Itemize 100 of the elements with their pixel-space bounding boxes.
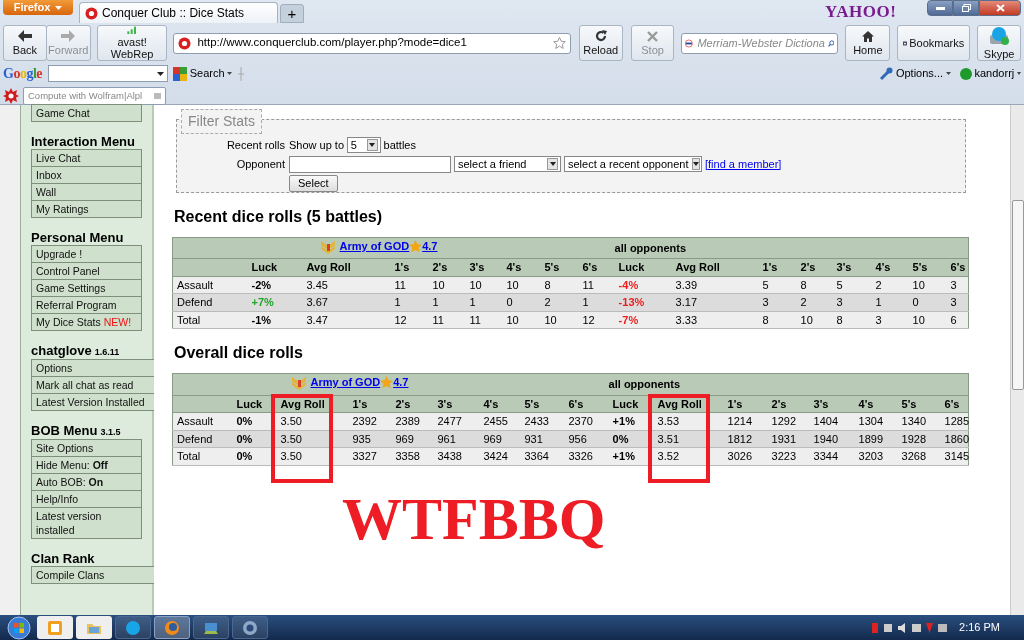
menu-item[interactable]: Game Chat <box>31 104 142 122</box>
menu-item[interactable]: Control Panel <box>31 262 142 280</box>
caret-icon <box>693 162 700 166</box>
taskbar-button[interactable] <box>37 616 73 639</box>
stop-icon <box>647 30 659 42</box>
scrollbar-thumb[interactable] <box>1012 200 1024 390</box>
table-cell: 10 <box>544 313 557 326</box>
search-field[interactable] <box>48 65 168 82</box>
table-cell: 10 <box>912 278 925 291</box>
menu-item[interactable]: Upgrade ! <box>31 245 142 263</box>
menu-item[interactable]: Site Options <box>31 439 142 457</box>
table-cell: 1 <box>394 296 401 309</box>
menu-item[interactable]: Mark all chat as read <box>31 376 156 394</box>
table-cell: -4% <box>618 278 639 291</box>
home-button[interactable]: Home <box>845 25 891 61</box>
taskbar-button[interactable] <box>232 616 268 639</box>
dropdown[interactable]: select a recent opponent <box>564 156 702 172</box>
table-cell: 3.33 <box>675 313 698 326</box>
menu-item[interactable]: My Dice Stats NEW! <box>31 313 142 331</box>
caret-icon <box>1017 72 1021 75</box>
table-cell: 935 <box>352 432 371 445</box>
table-cell: 3.45 <box>306 278 328 291</box>
forward-arrow-icon <box>61 30 76 42</box>
minimize-button[interactable] <box>927 0 953 16</box>
minimize-icon <box>935 6 945 10</box>
column-header: 3's <box>813 397 829 410</box>
table-cell: 2477 <box>437 415 462 427</box>
search-field[interactable]: Merriam-Webster Dictiona <box>681 32 839 54</box>
column-header: 6's <box>950 261 966 274</box>
player-link[interactable]: Army of GOD <box>310 374 381 391</box>
reload-button[interactable]: Reload <box>578 25 623 61</box>
taskbar-button[interactable] <box>193 616 229 639</box>
menu-item[interactable]: Options <box>31 359 156 377</box>
column-header: 2's <box>432 261 448 274</box>
dropdown[interactable]: select a friend <box>454 156 561 172</box>
find-member-link[interactable]: [find a member] <box>705 155 782 173</box>
menu-item[interactable]: Auto BOB: On <box>31 473 142 491</box>
column-header: Avg Roll <box>306 261 351 274</box>
table-cell: 1 <box>875 296 882 309</box>
menu-item[interactable]: Compile Clans <box>31 566 156 584</box>
column-header: 3's <box>437 397 453 410</box>
section-heading: Clan Rank <box>31 551 95 566</box>
table-cell: 8 <box>544 278 551 291</box>
table-cell: 3438 <box>437 450 462 462</box>
dictionary-icon <box>685 36 695 50</box>
address-bar[interactable]: http://www.conquerclub.com/player.php?mode=dice1 <box>173 32 571 54</box>
reload-icon <box>594 30 607 42</box>
menu-item[interactable]: Live Chat <box>31 149 142 167</box>
close-button[interactable] <box>979 0 1021 16</box>
rating-link[interactable]: 4.7 <box>422 238 438 255</box>
bookmarks-button[interactable]: Bookmarks <box>897 25 971 61</box>
table-cell: 1285 <box>944 415 970 427</box>
menu-item[interactable]: Inbox <box>31 166 142 184</box>
table-cell: 3 <box>875 313 882 326</box>
new-tab-button[interactable]: + <box>280 4 304 23</box>
menu-item[interactable]: Help/Info <box>31 490 142 508</box>
menu-item[interactable]: Latest Version Installed <box>31 393 156 411</box>
logo-text: Google <box>3 65 43 83</box>
menu-item[interactable]: My Ratings <box>31 200 142 218</box>
select-button[interactable]: Select <box>289 174 338 192</box>
scrollbar[interactable] <box>1010 105 1024 615</box>
table-cell: 1292 <box>771 415 797 427</box>
table-cell: 0% <box>236 432 253 445</box>
maximize-button[interactable] <box>953 0 979 16</box>
taskbar-button[interactable] <box>115 616 151 639</box>
table-cell: 3.17 <box>675 296 698 309</box>
version-link[interactable]: 3.1.5 <box>100 427 121 437</box>
table-cell: 3.52 <box>657 450 680 462</box>
opponent-input[interactable] <box>289 155 451 173</box>
table-cell: 1812 <box>727 432 753 445</box>
account-button[interactable]: kandorrj <box>959 65 1021 82</box>
player-link[interactable]: Army of GOD <box>339 238 410 255</box>
taskbar-button[interactable] <box>76 616 112 639</box>
browser-tab[interactable]: Conquer Club :: Dice Stats <box>79 2 278 23</box>
options-button[interactable]: Options... <box>879 65 951 82</box>
skype-button[interactable]: Skype <box>977 25 1021 61</box>
menu-item[interactable]: Referral Program <box>31 296 142 314</box>
menu-item[interactable]: Game Settings <box>31 279 142 297</box>
table-cell: 1214 <box>727 415 753 427</box>
wolfram-field[interactable]: Compute with Wolfram|Alpl <box>23 87 166 105</box>
table-cell: 1940 <box>813 432 839 445</box>
section-heading: BOB Menu <box>31 423 98 438</box>
menu-item[interactable]: Wall <box>31 183 142 201</box>
menu-item[interactable]: Latest version installed <box>31 507 142 539</box>
column-header: Luck <box>612 397 639 410</box>
battles-select[interactable]: 5 <box>346 137 381 154</box>
taskbar-button[interactable] <box>154 616 190 639</box>
table-cell: 2389 <box>395 415 420 427</box>
back-button[interactable]: Back <box>3 25 47 61</box>
table-cell: 1 <box>469 296 476 309</box>
webrep-button[interactable]: avast! WebRep <box>96 25 168 61</box>
search-button[interactable]: Search <box>173 65 233 82</box>
column-header: 1's <box>762 261 778 274</box>
rank-chevron-icon <box>319 238 337 254</box>
menu-item[interactable]: Hide Menu: Off <box>31 456 142 474</box>
rating-link[interactable]: 4.7 <box>393 374 409 391</box>
version-link[interactable]: 1.6.11 <box>94 347 120 357</box>
column-header: 3's <box>469 261 485 274</box>
toolbar-grip-icon <box>237 66 246 81</box>
section-heading: Overall dice rolls <box>174 343 304 364</box>
